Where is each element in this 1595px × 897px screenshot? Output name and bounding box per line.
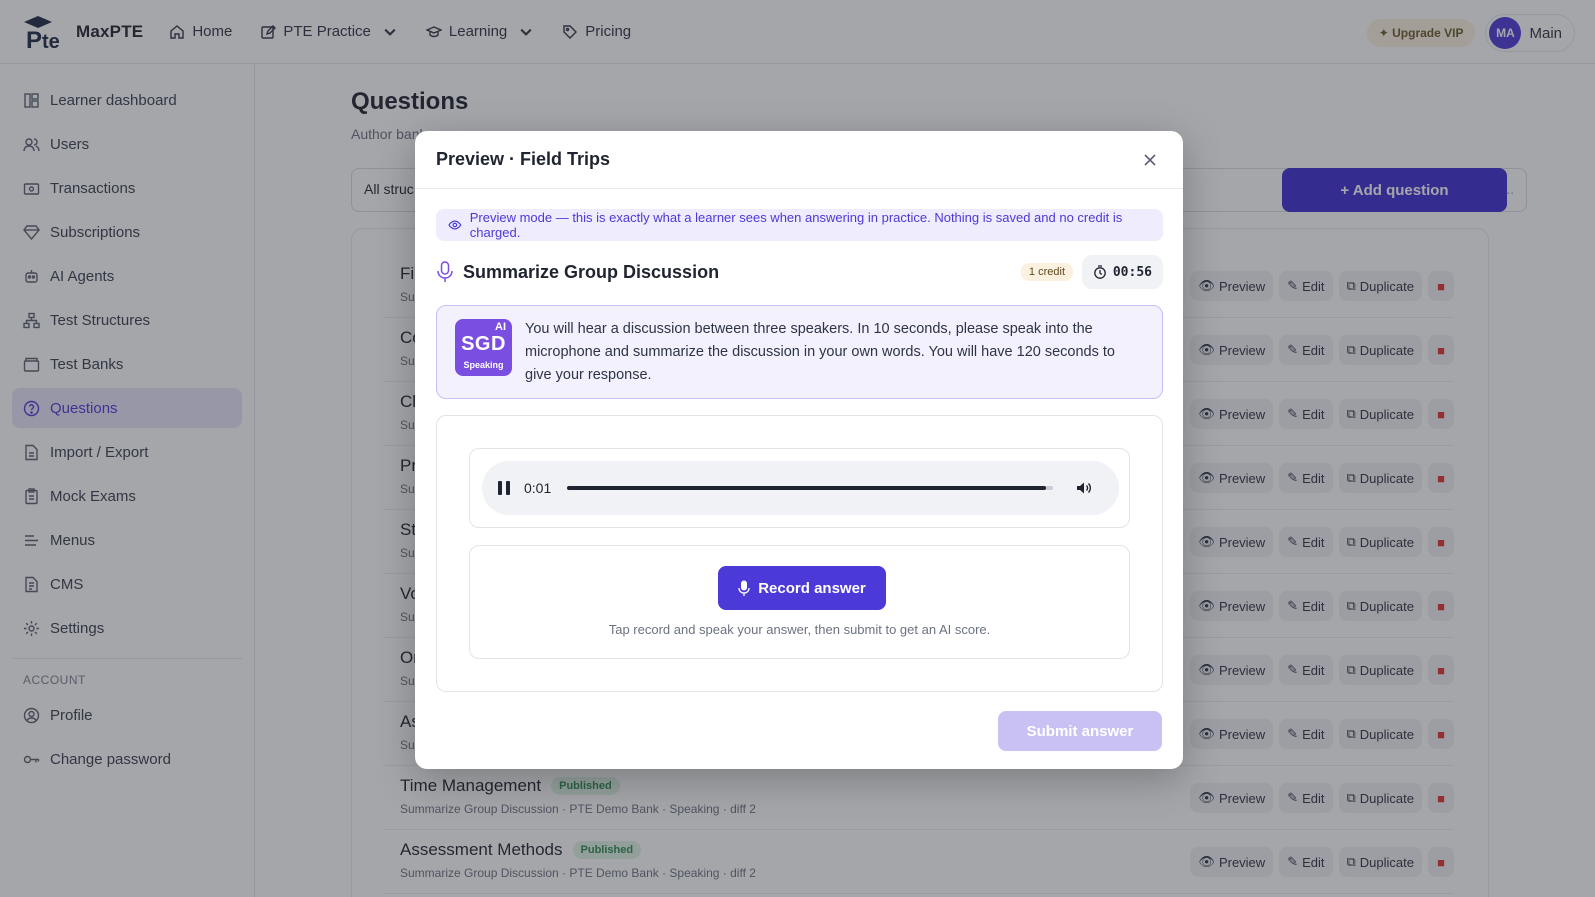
close-icon[interactable] [1141, 151, 1159, 169]
credit-badge: 1 credit [1020, 263, 1073, 281]
instructions-text: You will hear a discussion between three… [525, 321, 1115, 383]
microphone-icon [437, 261, 453, 282]
question-type-title: Summarize Group Discussion [463, 261, 720, 282]
sgd-speaking-badge: AI SGD Speaking [455, 319, 512, 376]
timer-icon [1094, 265, 1106, 279]
audio-progress-track[interactable] [567, 486, 1054, 490]
audio-player-wrapper: 0:01 [469, 448, 1130, 528]
record-answer-label: Record answer [758, 579, 866, 597]
sgd-main-label: SGD [461, 333, 506, 355]
instructions-box: AI SGD Speaking You will hear a discussi… [436, 305, 1163, 399]
preview-notice-text: Preview mode — this is exactly what a le… [469, 210, 1123, 240]
modal-header: Preview · Field Trips [415, 131, 1183, 189]
sgd-ai-label: AI [495, 321, 506, 333]
sgd-sub-label: Speaking [463, 360, 504, 370]
timer-value: 00:56 [1112, 264, 1152, 280]
microphone-icon [738, 580, 750, 596]
question-header: Summarize Group Discussion 1 credit 00:5… [436, 255, 1163, 289]
preview-modal: Preview · Field Trips Preview mode — thi… [415, 131, 1183, 769]
record-answer-button[interactable]: Record answer [718, 566, 886, 610]
preview-notice: Preview mode — this is exactly what a le… [436, 209, 1163, 241]
eye-icon [448, 220, 462, 230]
submit-answer-button[interactable]: Submit answer [998, 711, 1162, 751]
modal-title: Preview · Field Trips [436, 149, 611, 169]
record-hint: Tap record and speak your answer, then s… [608, 622, 991, 637]
audio-progress-fill [567, 486, 1046, 490]
audio-player: 0:01 [482, 461, 1119, 515]
record-area: Record answer Tap record and speak your … [469, 545, 1130, 659]
volume-icon[interactable] [1075, 479, 1093, 497]
answer-panel: 0:01 Record answer Tap record and speak … [436, 415, 1163, 692]
pause-icon[interactable] [498, 481, 510, 495]
countdown-timer: 00:56 [1081, 255, 1163, 289]
audio-time: 0:01 [524, 480, 552, 496]
